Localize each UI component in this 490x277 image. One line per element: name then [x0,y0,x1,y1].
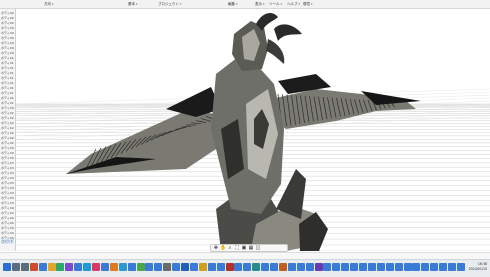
app-icon[interactable] [38,263,47,271]
taskbar-clock[interactable]: 16:38 2024/01/15 [465,262,487,272]
menu-item[interactable]: プロジェクト▾ [158,0,182,8]
app-icon[interactable] [56,263,65,271]
app-icon[interactable] [136,263,145,271]
app-icon[interactable] [225,263,234,271]
clock-date: 2024/01/15 [468,267,487,271]
app-icon[interactable] [252,263,261,271]
app-icon[interactable] [181,263,189,271]
app-icon[interactable] [314,263,323,271]
app-icon[interactable] [145,263,154,271]
task-view-icon[interactable] [20,263,29,271]
menu-item-label: ツール [269,2,280,6]
menu-item-label: 方向 [44,2,51,6]
app-icon[interactable] [278,263,287,271]
app-icon[interactable] [359,263,367,271]
app-icon[interactable] [296,263,305,271]
app-icon[interactable] [270,263,278,271]
app-icon[interactable] [92,263,100,271]
menu-item-label: プロジェクト [158,2,179,6]
chevron-down-icon: ▾ [280,2,283,6]
chevron-down-icon: ▾ [180,2,182,6]
object-list-panel[interactable]: ボディ001ボディ002ボディ003ボディ004ボディ005ボディ006ボディ0… [0,9,16,251]
app-icon[interactable] [376,263,385,271]
app-icon[interactable] [109,263,118,271]
app-icon[interactable] [403,263,412,271]
grid-icon[interactable]: ▦ [248,245,254,251]
app-icon[interactable] [456,263,465,271]
chevron-down-icon: ▾ [52,2,54,6]
menu-item-label: 基本 [128,2,135,6]
zoom-fit-icon[interactable]: ⛶ [234,245,240,251]
app-icon[interactable] [74,263,83,271]
model-crown-spike [274,24,302,41]
hand-icon[interactable]: ✋ [220,245,226,251]
menu-item[interactable]: 基本▾ [128,0,138,8]
chevron-down-icon: ▾ [311,2,313,6]
app-icon[interactable] [367,263,376,271]
chevron-down-icon: ▾ [136,2,138,6]
app-icon[interactable] [341,263,350,271]
menu-item[interactable]: 表示▾ [255,0,265,8]
app-icon[interactable] [65,263,74,271]
menu-item[interactable]: ヘルプ▾ [287,0,300,8]
menu-item-label: ヘルプ [287,2,298,6]
app-icon[interactable] [216,263,225,271]
app-icon[interactable] [439,263,448,271]
chevron-down-icon: ▾ [263,2,265,6]
zoom-icon[interactable]: ⌕ [227,245,233,251]
app-icon[interactable] [305,263,314,271]
3d-model[interactable] [66,13,421,251]
app-icon[interactable] [172,263,181,271]
search-icon[interactable] [11,263,20,271]
app-icon[interactable] [430,263,439,271]
app-icon[interactable] [163,263,172,271]
app-icon[interactable] [385,263,394,271]
start-icon[interactable] [3,263,11,271]
app-icon[interactable] [83,263,92,271]
app-icon[interactable] [118,263,127,271]
viewport-canvas[interactable] [16,9,490,251]
app-icon[interactable] [394,263,403,271]
menu-item-label: 編集 [228,2,235,6]
app-icon[interactable] [47,263,56,271]
app-icon[interactable] [154,263,163,271]
chevron-down-icon: ▾ [298,2,301,6]
move-icon[interactable]: ✥ [213,245,219,251]
list-item-selected[interactable]: コメント [1,239,14,244]
menu-item-label: 表示 [255,2,262,6]
app-icon[interactable] [100,263,109,271]
taskbar: 16:38 2024/01/15 [0,259,490,277]
menu-item-label: 環境 [303,2,310,6]
app-icon[interactable] [261,263,270,271]
menu-item[interactable]: ツール▾ [269,0,282,8]
menu-bar: 方向▾ 基本▾ プロジェクト▾ 編集▾ 表示▾ ヘルプ▾ ツール▾ 環境▾ [0,0,490,9]
app-icon[interactable] [243,263,252,271]
app-icon[interactable] [323,263,332,271]
3d-viewport[interactable] [16,9,490,251]
app-icon[interactable] [189,263,198,271]
app-icon[interactable] [332,263,341,271]
chevron-down-icon: ▾ [236,2,238,6]
app-icon[interactable] [412,263,421,271]
display-icon[interactable]: ▣ [241,245,247,251]
menu-item[interactable]: 編集▾ [228,0,238,8]
app-icon[interactable] [350,263,359,271]
menu-item[interactable]: 方向▾ [44,0,54,8]
menu-item[interactable]: 環境▾ [303,0,313,8]
app-icon[interactable] [198,263,207,271]
app-icon[interactable] [127,263,136,271]
model-crown-spike [266,39,285,64]
app-icon[interactable] [207,263,216,271]
app-icon[interactable] [234,263,243,271]
viewport-toolbar: ✥ ✋ ⌕ ⛶ ▣ ▦ ◫ [210,244,288,252]
app-icon[interactable] [421,263,430,271]
app-icon[interactable] [29,263,38,271]
viewports-icon[interactable]: ◫ [255,245,261,251]
app-icon[interactable] [287,263,296,271]
app-icon[interactable] [448,263,456,271]
